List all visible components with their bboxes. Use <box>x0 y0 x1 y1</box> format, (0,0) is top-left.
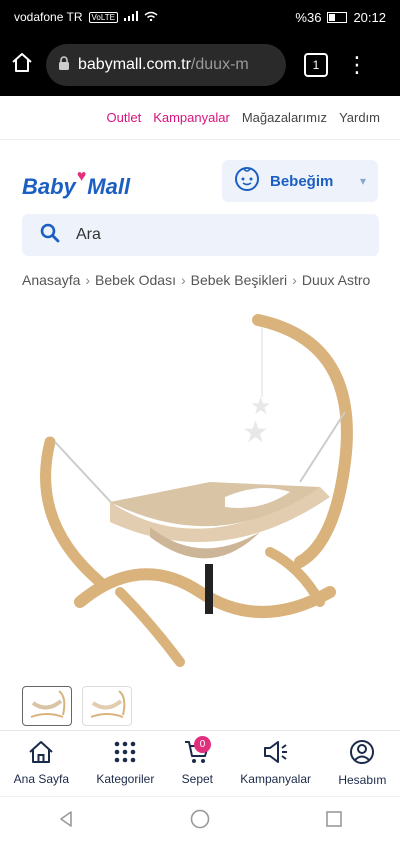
recents-icon[interactable] <box>324 809 344 834</box>
carrier-label: vodafone TR <box>14 10 83 24</box>
search-bar[interactable] <box>22 214 379 256</box>
clock: 20:12 <box>353 9 386 25</box>
wifi-icon <box>144 10 158 24</box>
tab-campaigns-label: Kampanyalar <box>240 772 312 786</box>
url-path: /duux-m <box>190 56 249 73</box>
link-outlet[interactable]: Outlet <box>107 110 142 125</box>
search-icon <box>40 223 60 248</box>
bottom-nav: Ana Sayfa Kategoriler 0 Sepet Kampanyala… <box>0 730 400 795</box>
home-icon <box>28 740 54 767</box>
logo-mall-text: Mall <box>87 174 131 199</box>
volte-badge: VoLTE <box>88 11 118 23</box>
search-input[interactable] <box>74 225 338 245</box>
link-stores[interactable]: Mağazalarımız <box>242 110 327 125</box>
signal-icon <box>123 10 138 24</box>
lock-icon <box>58 55 70 75</box>
tab-campaigns[interactable]: Kampanyalar <box>240 740 311 786</box>
more-menu-icon[interactable]: ⋮ <box>346 54 368 76</box>
thumbnail-2[interactable] <box>82 686 132 726</box>
browser-toolbar: babymall.com.tr/duux-m 1 ⋮ <box>0 34 400 96</box>
breadcrumb-home[interactable]: Anasayfa <box>22 272 80 288</box>
tab-home[interactable]: Ana Sayfa <box>14 740 69 786</box>
bebegim-dropdown[interactable]: Bebeğim ▾ <box>222 160 378 202</box>
system-nav-bar <box>0 796 400 845</box>
tab-cart[interactable]: 0 Sepet <box>181 736 213 786</box>
back-icon[interactable] <box>56 809 76 834</box>
breadcrumb: Anasayfa › Bebek Odası › Bebek Beşikleri › Duu… <box>22 272 371 288</box>
user-icon <box>349 739 375 768</box>
breadcrumb-bebek-besikleri[interactable]: Bebek Beşikleri <box>191 272 288 288</box>
chevron-down-icon: ▾ <box>359 174 366 188</box>
heart-icon: ♥ <box>76 168 87 185</box>
link-help[interactable]: Yardım <box>339 110 380 125</box>
tab-categories-label: Kategoriler <box>96 772 155 786</box>
home-circle-icon[interactable] <box>189 808 211 835</box>
tab-cart-label: Sepet <box>181 772 213 786</box>
battery-icon <box>327 11 348 23</box>
tab-switcher-button[interactable]: 1 <box>304 53 328 77</box>
status-bar: vodafone TR VoLTE %36 20:12 <box>0 0 400 34</box>
megaphone-icon <box>262 740 290 767</box>
babymall-logo[interactable]: Baby ♥ Mall <box>22 168 130 200</box>
url-bar[interactable]: babymall.com.tr/duux-m <box>46 44 286 86</box>
url-host: babymall.com.tr <box>78 56 191 73</box>
link-campaigns[interactable]: Kampanyalar <box>153 110 230 125</box>
baby-face-icon <box>234 166 260 196</box>
tab-categories[interactable]: Kategoriler <box>96 740 154 786</box>
grid-icon <box>113 740 137 767</box>
battery-percent: %36 <box>295 9 322 25</box>
product-image[interactable]: ★ ★ <box>0 302 400 682</box>
tab-account-label: Hesabım <box>338 773 387 787</box>
thumbnail-1[interactable] <box>22 686 72 726</box>
svg-text:★: ★ <box>242 415 269 450</box>
home-icon[interactable] <box>10 51 34 80</box>
breadcrumb-bebek-odasi[interactable]: Bebek Odası <box>95 272 176 288</box>
tab-home-label: Ana Sayfa <box>13 772 70 786</box>
thumbnail-strip <box>22 686 132 726</box>
logo-baby-text: Baby <box>22 174 76 199</box>
cart-count-badge: 0 <box>194 736 211 753</box>
breadcrumb-current: Duux Astro <box>301 272 371 288</box>
tab-account[interactable]: Hesabım <box>338 739 386 787</box>
bebegim-label: Bebeğim <box>270 172 334 190</box>
top-links: Outlet Kampanyalar Mağazalarımız Yardım <box>0 96 400 140</box>
